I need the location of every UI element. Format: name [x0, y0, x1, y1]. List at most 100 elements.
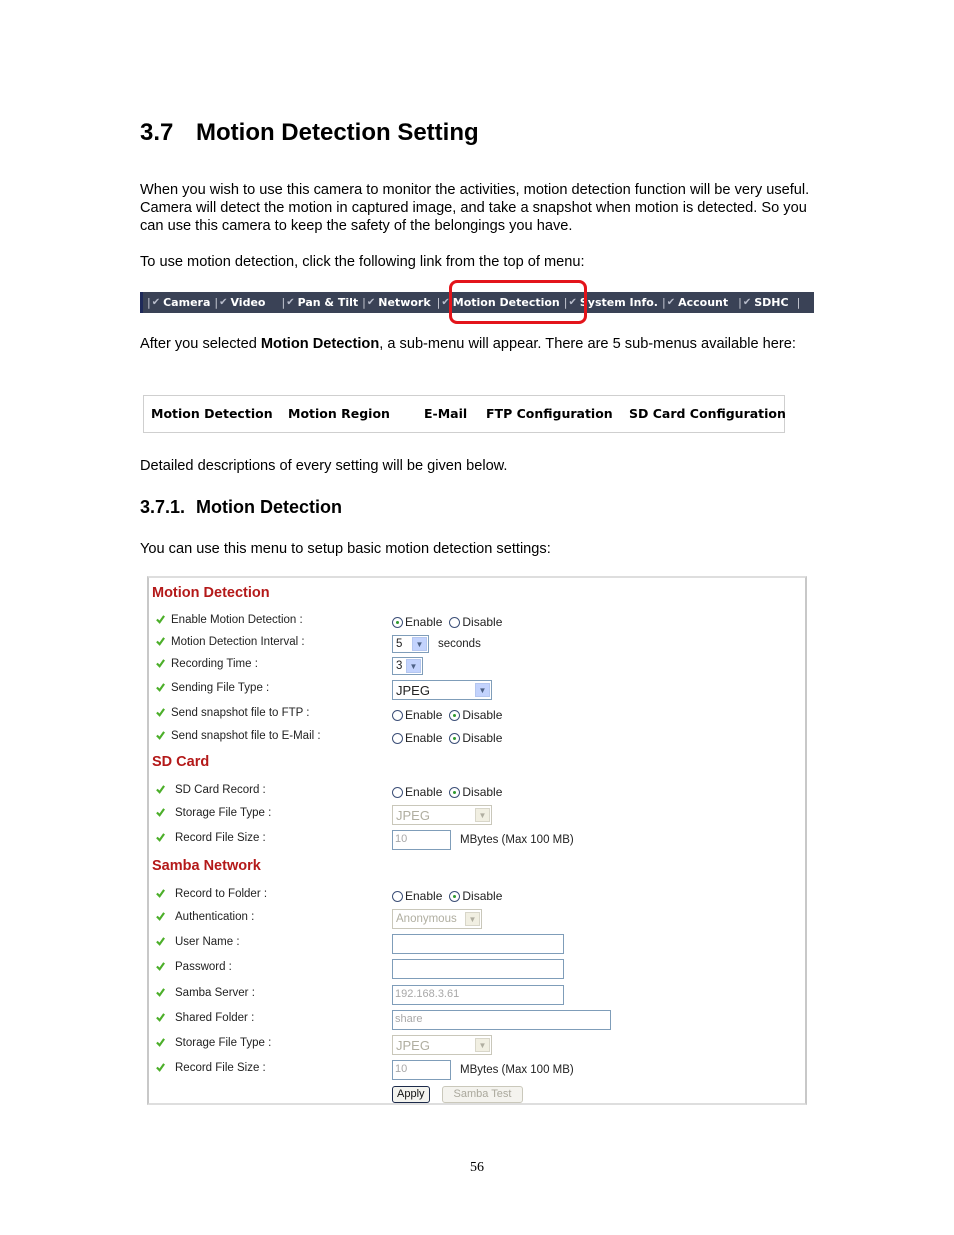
sd-record-disable-radio[interactable]: [449, 786, 461, 798]
email-enable-radio[interactable]: [392, 732, 403, 744]
setting-row-authentication: Authentication : Anonymous ▼: [149, 909, 799, 929]
user-name-input[interactable]: [392, 934, 564, 954]
menu-item-camera[interactable]: | ✔ Camera: [143, 296, 210, 309]
sd-record-enable-radio[interactable]: [392, 786, 403, 798]
setting-row-user-name: User Name :: [149, 934, 799, 954]
ftp-disable-radio[interactable]: [449, 709, 461, 721]
section-title-sd-card: SD Card: [152, 754, 210, 770]
samba-storage-type-select[interactable]: JPEG ▼: [392, 1035, 492, 1055]
samba-record-disable-radio[interactable]: [449, 890, 461, 902]
intro-paragraph: When you wish to use this camera to moni…: [140, 182, 810, 234]
section-title-motion-detection: Motion Detection: [152, 585, 270, 601]
check-bullet-icon: [156, 708, 165, 717]
menu-item-network[interactable]: | ✔ Network: [358, 296, 431, 309]
sub-menu: Motion Detection Motion Region E-Mail FT…: [143, 395, 786, 433]
email-disable-radio[interactable]: [449, 732, 461, 744]
check-bullet-icon: [156, 683, 165, 692]
subsection-heading: 3.7.1. Motion Detection: [140, 497, 342, 518]
sd-storage-type-select[interactable]: JPEG ▼: [392, 805, 492, 825]
settings-panel: Motion Detection Enable Motion Detection…: [147, 576, 807, 1105]
submenu-paragraph: After you selected Motion Detection, a s…: [140, 336, 796, 352]
check-bullet-icon: [156, 615, 165, 624]
setting-row-sd-record: SD Card Record : Enable Disable: [149, 782, 799, 802]
menu-item-sdhc[interactable]: | ✔ SDHC |: [734, 296, 801, 309]
enable-motion-disable-radio[interactable]: [449, 616, 461, 628]
button-row: Apply Samba Test: [149, 1084, 799, 1104]
check-bullet-icon: [156, 1038, 165, 1047]
section-number: 3.7: [140, 119, 174, 146]
setting-row-password: Password :: [149, 959, 799, 979]
authentication-select[interactable]: Anonymous ▼: [392, 909, 482, 929]
check-bullet-icon: [156, 785, 165, 794]
chevron-down-icon: ▼: [475, 808, 490, 822]
check-icon: ✔: [366, 297, 376, 308]
setting-row-sd-storage-type: Storage File Type : JPEG ▼: [149, 805, 799, 825]
check-bullet-icon: [156, 808, 165, 817]
samba-server-input[interactable]: 192.168.3.61: [392, 985, 564, 1005]
setting-row-samba-storage-type: Storage File Type : JPEG ▼: [149, 1035, 799, 1055]
submenu-item-motion-detection[interactable]: Motion Detection: [151, 406, 273, 421]
setting-row-email: Send snapshot file to E-Mail : Enable Di…: [149, 728, 799, 748]
chevron-down-icon: ▼: [465, 912, 480, 926]
check-icon: ✔: [666, 297, 676, 308]
setting-row-sd-file-size: Record File Size : 10 MBytes (Max 100 MB…: [149, 830, 799, 850]
menu-highlight-box: [449, 280, 587, 324]
samba-record-enable-radio[interactable]: [392, 890, 403, 902]
samba-file-size-input[interactable]: 10: [392, 1060, 451, 1080]
enable-motion-enable-radio[interactable]: [392, 616, 403, 628]
chevron-down-icon: ▼: [475, 683, 490, 697]
submenu-item-motion-region[interactable]: Motion Region: [288, 406, 390, 421]
check-bullet-icon: [156, 889, 165, 898]
enable-motion-radio-group: Enable Disable: [392, 612, 502, 632]
recording-time-select[interactable]: 3 ▼: [392, 657, 423, 675]
check-icon: ✔: [742, 297, 752, 308]
setting-row-ftp: Send snapshot file to FTP : Enable Disab…: [149, 705, 799, 725]
check-bullet-icon: [156, 912, 165, 921]
section-title-samba-network: Samba Network: [152, 858, 261, 874]
setting-row-samba-file-size: Record File Size : 10 MBytes (Max 100 MB…: [149, 1060, 799, 1080]
setting-row-samba-server: Samba Server : 192.168.3.61: [149, 985, 799, 1005]
menu-item-pan-tilt[interactable]: | ✔ Pan & Tilt: [277, 296, 358, 309]
setting-row-sending-file-type: Sending File Type : JPEG ▼: [149, 680, 799, 700]
sending-file-type-select[interactable]: JPEG ▼: [392, 680, 492, 700]
section-title: Motion Detection Setting: [196, 119, 479, 146]
menu-item-video[interactable]: | ✔ Video: [210, 296, 265, 309]
check-bullet-icon: [156, 637, 165, 646]
check-icon: ✔: [219, 297, 228, 308]
menu-use-paragraph: You can use this menu to setup basic mot…: [140, 541, 551, 557]
apply-button[interactable]: Apply: [392, 1085, 430, 1103]
check-bullet-icon: [156, 833, 165, 842]
setting-row-record-to-folder: Record to Folder : Enable Disable: [149, 886, 799, 906]
instruction-paragraph: To use motion detection, click the follo…: [140, 254, 585, 270]
page-number: 56: [470, 1160, 484, 1175]
submenu-item-sd-card-configuration[interactable]: SD Card Configuration: [629, 406, 786, 421]
subsection-title: Motion Detection: [196, 497, 342, 517]
setting-row-enable-motion: Enable Motion Detection : Enable Disable: [149, 612, 799, 632]
interval-select[interactable]: 5 ▼: [392, 635, 429, 653]
check-icon: ✔: [286, 297, 295, 308]
menu-item-account[interactable]: | ✔ Account: [658, 296, 728, 309]
chevron-down-icon: ▼: [412, 637, 427, 651]
check-bullet-icon: [156, 962, 165, 971]
submenu-item-email[interactable]: E-Mail: [424, 406, 467, 421]
check-bullet-icon: [156, 659, 165, 668]
samba-test-button[interactable]: Samba Test: [441, 1085, 524, 1103]
ftp-enable-radio[interactable]: [392, 709, 403, 721]
check-bullet-icon: [156, 937, 165, 946]
check-bullet-icon: [156, 988, 165, 997]
check-bullet-icon: [156, 1013, 165, 1022]
details-paragraph: Detailed descriptions of every setting w…: [140, 458, 508, 474]
check-bullet-icon: [156, 731, 165, 740]
check-bullet-icon: [156, 1063, 165, 1072]
setting-row-interval: Motion Detection Interval : 5 ▼ seconds: [149, 634, 799, 654]
sd-file-size-input[interactable]: 10: [392, 830, 451, 850]
chevron-down-icon: ▼: [475, 1038, 490, 1052]
subsection-number: 3.7.1.: [140, 497, 186, 517]
password-input[interactable]: [392, 959, 564, 979]
setting-row-shared-folder: Shared Folder : share: [149, 1010, 799, 1030]
submenu-item-ftp-configuration[interactable]: FTP Configuration: [486, 406, 613, 421]
check-icon: ✔: [151, 297, 161, 308]
setting-row-recording-time: Recording Time : 3 ▼: [149, 656, 799, 676]
shared-folder-input[interactable]: share: [392, 1010, 611, 1030]
chevron-down-icon: ▼: [406, 659, 421, 673]
